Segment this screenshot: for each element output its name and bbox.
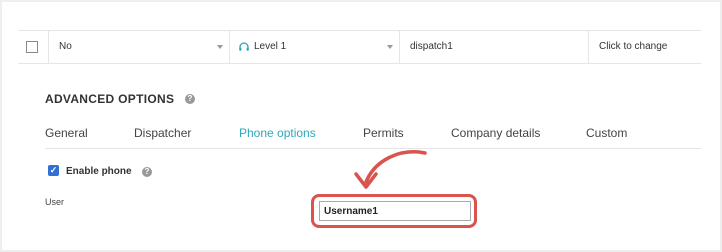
row-select-cell[interactable] bbox=[18, 31, 48, 63]
chevron-down-icon bbox=[387, 45, 393, 49]
dropdown-value: Level 1 bbox=[254, 41, 287, 52]
row-checkbox[interactable] bbox=[26, 41, 38, 53]
help-icon[interactable]: ? bbox=[185, 94, 195, 104]
dropdown-cell-level[interactable]: Level 1 bbox=[229, 31, 399, 63]
enable-phone-checkbox[interactable]: ✓ bbox=[48, 165, 59, 176]
click-to-change-cell[interactable]: Click to change bbox=[588, 31, 701, 63]
headset-icon bbox=[239, 42, 249, 51]
cell-value: dispatch1 bbox=[410, 41, 453, 52]
tab-divider bbox=[45, 148, 701, 149]
table-row: No Level 1 dispatch1 Click to change bbox=[18, 30, 701, 64]
tab-general[interactable]: General bbox=[45, 126, 88, 140]
tab-dispatcher[interactable]: Dispatcher bbox=[134, 126, 191, 140]
tab-company-details[interactable]: Company details bbox=[451, 126, 540, 140]
tab-bar: General Dispatcher Phone options Permits… bbox=[2, 126, 720, 150]
settings-panel: No Level 1 dispatch1 Click to change ADV… bbox=[2, 2, 720, 250]
tab-phone-options[interactable]: Phone options bbox=[239, 126, 316, 140]
enable-phone-label: Enable phone bbox=[66, 166, 132, 177]
tab-custom[interactable]: Custom bbox=[586, 126, 627, 140]
user-input[interactable] bbox=[319, 201, 471, 221]
chevron-down-icon bbox=[217, 45, 223, 49]
tab-permits[interactable]: Permits bbox=[363, 126, 404, 140]
help-icon[interactable]: ? bbox=[142, 167, 152, 177]
text-cell-dispatch[interactable]: dispatch1 bbox=[399, 31, 588, 63]
dropdown-cell-yes-no[interactable]: No bbox=[48, 31, 229, 63]
dropdown-value: No bbox=[59, 41, 72, 52]
user-label: User bbox=[45, 197, 65, 207]
advanced-options-title: ADVANCED OPTIONS bbox=[45, 92, 175, 106]
cell-value: Click to change bbox=[599, 41, 668, 52]
